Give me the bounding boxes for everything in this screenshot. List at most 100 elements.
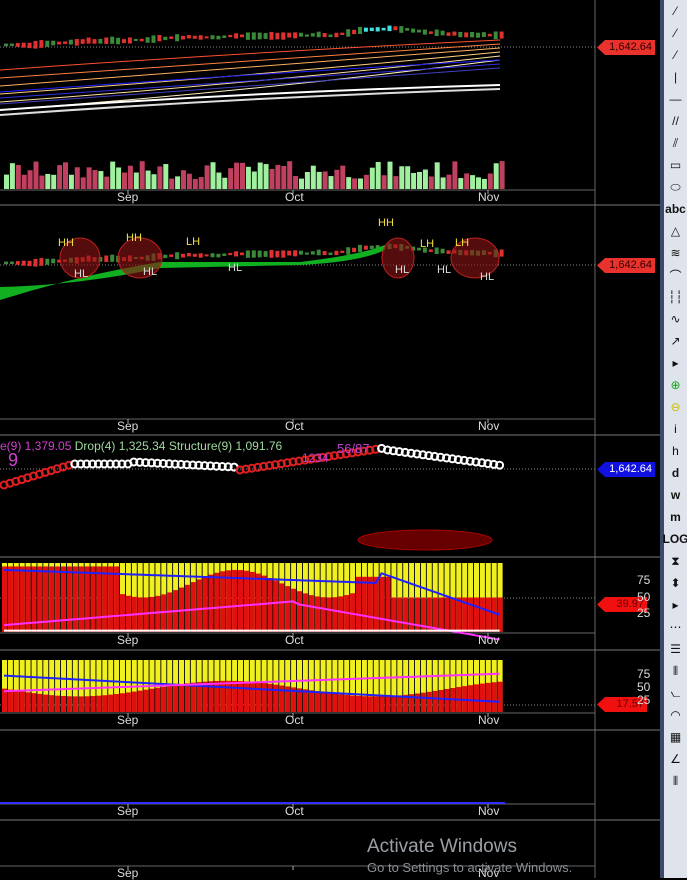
osc-bar-red xyxy=(373,576,379,632)
expand-tool-icon[interactable]: ▸ xyxy=(664,352,687,374)
up-down-tool-icon[interactable]: ⬍ xyxy=(664,572,687,594)
volume-bar xyxy=(92,170,98,189)
cycles-tool-icon[interactable]: ⦀ xyxy=(664,770,687,792)
osc-bar-red xyxy=(367,576,373,632)
abc-tool-icon[interactable]: abc xyxy=(664,198,687,220)
price-candle xyxy=(328,34,333,38)
zoom-in-tool-icon[interactable]: ⊕ xyxy=(664,374,687,396)
osc-bar-red xyxy=(338,596,344,632)
m-tool-icon[interactable]: m xyxy=(664,506,687,528)
volume-bar xyxy=(399,166,405,189)
pitchfork-tool-icon[interactable]: ⫽ xyxy=(664,132,687,154)
price-candle xyxy=(245,32,250,40)
lines-tool-icon[interactable]: ☰ xyxy=(664,638,687,660)
price-candle-p2 xyxy=(328,252,333,256)
volume-bar xyxy=(45,173,51,189)
volume-bar xyxy=(240,162,245,189)
bars-tool-icon[interactable]: ⦀ xyxy=(664,660,687,682)
price-candle xyxy=(393,26,398,31)
volume-bar xyxy=(68,174,74,189)
log-tool-icon[interactable]: LOG xyxy=(663,528,687,550)
d-tool-icon[interactable]: d xyxy=(664,462,687,484)
ray-tool-icon[interactable]: ⁄ xyxy=(664,22,687,44)
price-candle-p2 xyxy=(110,254,115,262)
parallel-channel-tool-icon[interactable]: // xyxy=(664,110,687,132)
price-candle xyxy=(210,35,215,40)
osc-bar-red xyxy=(468,685,474,712)
price-candle-p2 xyxy=(287,250,292,256)
osc-bar-red xyxy=(479,597,485,632)
arrow-tool-icon[interactable]: ↗ xyxy=(664,330,687,352)
moving-average-line xyxy=(0,63,501,99)
osc-bar-red xyxy=(485,597,491,632)
price-candle-p2 xyxy=(251,250,256,258)
volume-bar xyxy=(245,166,251,189)
price-candle xyxy=(304,34,309,37)
rainbow-tool-icon[interactable]: ◠ xyxy=(664,704,687,726)
volume-bar xyxy=(381,175,387,189)
angle-tool-icon[interactable]: ∠ xyxy=(664,748,687,770)
osc1-level-50: 50 xyxy=(637,590,651,604)
price-candle xyxy=(487,33,492,37)
osc-bar-red xyxy=(114,566,120,632)
p4-oct: Oct xyxy=(285,633,304,647)
arc-tool-icon[interactable]: ⌒ xyxy=(664,264,687,286)
osc-bar-red xyxy=(90,696,96,712)
volume-bar xyxy=(116,167,122,189)
triangle-tool-icon[interactable]: △ xyxy=(664,220,687,242)
osc-bar-red xyxy=(291,588,297,632)
info-tool-icon[interactable]: i xyxy=(664,418,687,440)
osc-bar-red xyxy=(7,566,13,632)
p1-oct: Oct xyxy=(285,190,304,204)
price-candle xyxy=(322,33,327,38)
price-candle-p2 xyxy=(228,252,233,256)
price-candle xyxy=(9,43,14,47)
w-tool-icon[interactable]: w xyxy=(664,484,687,506)
drop-value: Drop(4) 1,325.34 xyxy=(74,439,166,453)
osc-bar-red xyxy=(385,576,391,632)
price-candle xyxy=(63,41,67,44)
dots-tool-icon[interactable]: ⋯ xyxy=(664,616,687,638)
structure-label: HL xyxy=(395,264,410,276)
volume-bar xyxy=(157,166,163,189)
osc-bar-red xyxy=(273,684,279,712)
zoom-out-tool-icon[interactable]: ⊖ xyxy=(664,396,687,418)
price-candle xyxy=(198,35,203,40)
h-tool-icon[interactable]: h xyxy=(664,440,687,462)
vertical-line-tool-icon[interactable]: | xyxy=(664,66,687,88)
price-candle xyxy=(116,37,121,45)
osc-bar-red xyxy=(143,689,149,712)
extended-line-tool-icon[interactable]: ⁄ xyxy=(664,44,687,66)
volume-bar xyxy=(122,172,127,189)
p5-sep: Sep xyxy=(117,713,139,727)
price-candle xyxy=(151,35,156,43)
volume-bar xyxy=(175,176,181,189)
price-candle xyxy=(405,27,410,31)
volume-bar xyxy=(328,176,334,189)
expand2-tool-icon[interactable]: ▸ xyxy=(664,594,687,616)
price-candle xyxy=(293,32,298,39)
fan-tool-icon[interactable]: ⦦ xyxy=(664,682,687,704)
price-candle xyxy=(181,35,185,40)
hourglass-tool-icon[interactable]: ⧗ xyxy=(664,550,687,572)
volume-bar xyxy=(181,170,186,189)
grid-tool-icon[interactable]: ▦ xyxy=(664,726,687,748)
volume-bar xyxy=(222,177,228,189)
structure-label: HH xyxy=(378,217,394,229)
horizontal-line-tool-icon[interactable]: — xyxy=(664,88,687,110)
time-zones-tool-icon[interactable]: ┆┆ xyxy=(664,286,687,308)
osc-bar-red xyxy=(220,571,226,632)
polyline-tool-icon[interactable]: ∿ xyxy=(664,308,687,330)
structure-label: HH xyxy=(126,232,142,244)
osc-bar-red xyxy=(179,684,184,712)
osc-bar-red xyxy=(438,597,444,632)
fibonacci-tool-icon[interactable]: ≋ xyxy=(664,242,687,264)
trendline-tool-icon[interactable]: ⁄ xyxy=(664,0,687,22)
ellipse-tool-icon[interactable]: ⬭ xyxy=(664,176,687,198)
p6-nov: Nov xyxy=(478,804,500,818)
osc-bar-red xyxy=(391,597,397,632)
osc-bar-red xyxy=(403,597,409,632)
osc-bar-red xyxy=(356,695,361,712)
rectangle-tool-icon[interactable]: ▭ xyxy=(664,154,687,176)
volume-bar xyxy=(434,162,440,189)
